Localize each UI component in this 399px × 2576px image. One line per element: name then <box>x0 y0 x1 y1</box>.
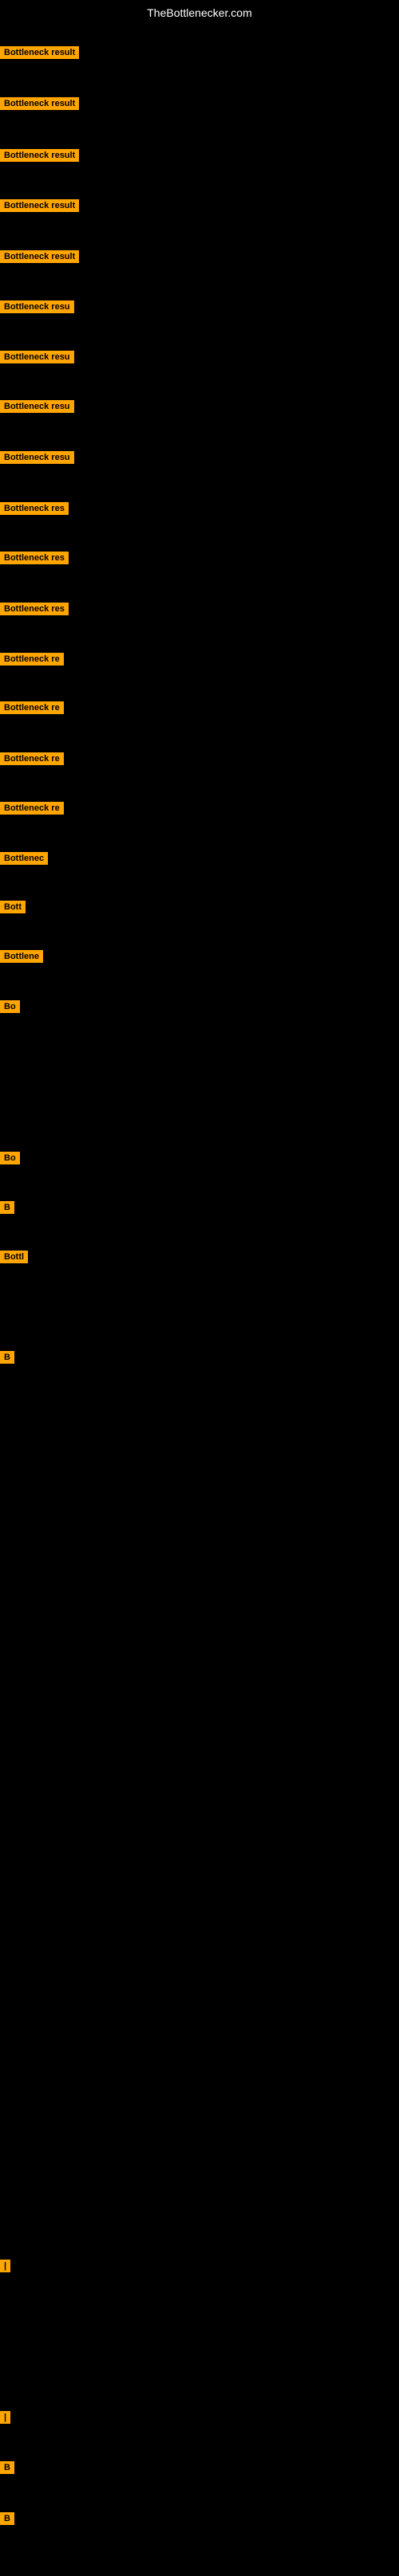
bottleneck-label: Bottleneck re <box>0 752 64 765</box>
bottleneck-label: B <box>0 1351 14 1364</box>
bottleneck-label: Bottleneck resu <box>0 400 74 413</box>
bottleneck-label: B <box>0 2461 14 2474</box>
bottleneck-label: Bottleneck res <box>0 603 69 615</box>
bottleneck-label: Bottlenec <box>0 852 48 865</box>
bottleneck-label: Bottleneck result <box>0 199 79 212</box>
site-title: TheBottlenecker.com <box>0 0 399 26</box>
bottleneck-label: Bo <box>0 1152 20 1164</box>
bottleneck-label: Bo <box>0 1000 20 1013</box>
bottleneck-label: Bottleneck resu <box>0 300 74 313</box>
bottleneck-label: Bottleneck resu <box>0 451 74 464</box>
bottleneck-label: Bottleneck res <box>0 552 69 564</box>
bottleneck-label: | <box>0 2260 10 2272</box>
bottleneck-label: Bottleneck resu <box>0 351 74 363</box>
bottleneck-label: Bottlene <box>0 950 43 963</box>
bottleneck-label: Bottleneck result <box>0 97 79 110</box>
bottleneck-label: Bottleneck result <box>0 149 79 162</box>
bottleneck-label: Bottleneck res <box>0 502 69 515</box>
bottleneck-label: Bottleneck re <box>0 802 64 815</box>
bottleneck-label: B <box>0 1201 14 1214</box>
bottleneck-label: Bott <box>0 901 26 913</box>
bottleneck-label: | <box>0 2411 10 2424</box>
bottleneck-label: Bottl <box>0 1251 28 1263</box>
bottleneck-label: Bottleneck re <box>0 653 64 666</box>
bottleneck-label: Bottleneck result <box>0 46 79 59</box>
bottleneck-label: Bottleneck re <box>0 701 64 714</box>
bottleneck-label: B <box>0 2512 14 2525</box>
bottleneck-label: Bottleneck result <box>0 250 79 263</box>
